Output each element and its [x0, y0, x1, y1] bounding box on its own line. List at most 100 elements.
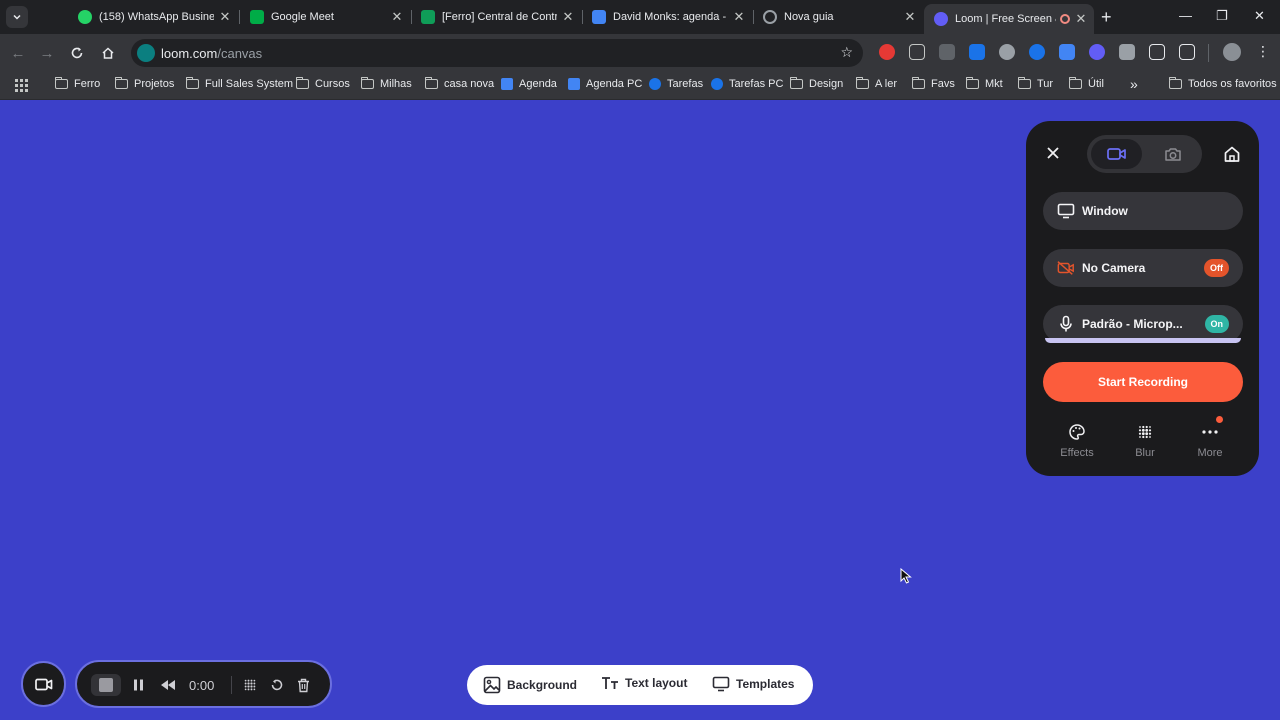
blue-extension-icon[interactable] — [1029, 44, 1045, 60]
more-button[interactable]: More — [1185, 421, 1235, 459]
tab-loom[interactable]: Loom | Free Screen & ✕ — [924, 4, 1094, 34]
profile-avatar[interactable] — [1223, 43, 1241, 61]
all-bookmarks-folder[interactable]: Todos os favoritos — [1169, 77, 1277, 90]
apps-grid-icon[interactable] — [15, 79, 28, 92]
google-sheets-icon — [421, 10, 435, 24]
bookmark-folder[interactable]: Ferro — [55, 77, 100, 90]
bookmark-folder[interactable]: Favs — [912, 77, 955, 90]
bookmark-folder[interactable]: Design — [790, 77, 843, 90]
delete-recording-button[interactable] — [294, 674, 312, 696]
home-button[interactable] — [1223, 145, 1241, 168]
bookmark-folder[interactable]: A ler — [856, 77, 897, 90]
folder-icon — [55, 77, 68, 89]
bookmark-folder[interactable]: Mkt — [966, 77, 1003, 90]
forward-button[interactable]: → — [37, 43, 57, 63]
bookmark-folder[interactable]: Útil — [1069, 77, 1104, 90]
tab-google-meet[interactable]: Google Meet ✕ — [240, 4, 410, 30]
tab-calendar[interactable]: David Monks: agenda - S ✕ — [582, 4, 752, 30]
restart-icon — [271, 679, 283, 691]
notion-extension-icon[interactable] — [1149, 44, 1165, 60]
folder-icon — [186, 77, 199, 89]
close-panel-button[interactable] — [1046, 144, 1060, 164]
back-button[interactable]: ← — [8, 43, 28, 63]
browser-menu-icon[interactable]: ⋮ — [1256, 43, 1270, 60]
camera-extension-icon[interactable] — [1119, 44, 1135, 60]
close-icon — [1047, 147, 1059, 159]
camera-selector[interactable]: No Camera Off — [1043, 249, 1243, 287]
window-close-button[interactable]: ✕ — [1254, 8, 1265, 24]
bookmark-link[interactable]: Agenda PC — [568, 78, 642, 90]
tab-new-tab[interactable]: Nova guia ✕ — [753, 4, 923, 30]
tab-whatsapp[interactable]: (158) WhatsApp Business ✕ — [68, 4, 238, 30]
start-recording-button[interactable]: Start Recording — [1043, 362, 1243, 402]
bookmark-folder[interactable]: Tur — [1018, 77, 1053, 90]
bookmark-star-icon[interactable]: ☆ — [840, 44, 853, 61]
templates-button[interactable]: Templates — [712, 676, 794, 692]
tab-title: [Ferro] Central de Contro — [442, 11, 557, 23]
download-extension-icon[interactable] — [1059, 44, 1075, 60]
effects-button[interactable]: Effects — [1052, 421, 1102, 459]
more-label: More — [1197, 447, 1223, 459]
close-icon[interactable]: ✕ — [218, 9, 232, 25]
microphone-toggle-badge[interactable]: On — [1204, 315, 1229, 333]
background-button[interactable]: Background — [483, 676, 577, 694]
pause-button[interactable] — [129, 674, 147, 696]
restore-button[interactable]: ❐ — [1216, 8, 1228, 24]
blur-dots-icon — [244, 679, 256, 691]
tab-search-button[interactable] — [6, 6, 28, 28]
bookmark-folder[interactable]: casa nova — [425, 77, 494, 90]
stop-button[interactable] — [91, 674, 121, 696]
mouse-pointer-icon — [900, 567, 912, 589]
camera-bubble-button[interactable] — [21, 661, 66, 707]
bookmark-folder[interactable]: Cursos — [296, 77, 350, 90]
bookmark-folder[interactable]: Milhas — [361, 77, 412, 90]
video-camera-icon — [34, 678, 52, 690]
tab-sheets[interactable]: [Ferro] Central de Contro ✕ — [411, 4, 581, 30]
microphone-in-use-icon[interactable] — [137, 44, 155, 62]
adblock-extension-icon[interactable] — [879, 44, 895, 60]
text-layout-button[interactable]: Text layout — [601, 676, 687, 690]
folder-icon — [1018, 77, 1031, 89]
bookmarks-overflow-button[interactable]: » — [1130, 76, 1138, 92]
templates-label: Templates — [736, 677, 795, 691]
bookmark-folder[interactable]: Full Sales System — [186, 77, 293, 90]
eyedropper-extension-icon[interactable] — [909, 44, 925, 60]
loom-extension-icon[interactable] — [1089, 44, 1105, 60]
rewind-button[interactable] — [158, 674, 178, 696]
k-extension-icon[interactable] — [999, 44, 1015, 60]
close-icon[interactable]: ✕ — [732, 9, 746, 25]
notification-dot — [1216, 416, 1223, 423]
screenshot-mode-button[interactable] — [1147, 139, 1198, 169]
bookmark-link[interactable]: Agenda — [501, 78, 557, 90]
tag-extension-icon[interactable] — [969, 44, 985, 60]
code-extension-icon[interactable] — [939, 44, 955, 60]
close-icon[interactable]: ✕ — [1074, 11, 1088, 27]
background-label: Background — [507, 678, 578, 692]
screen-source-selector[interactable]: Window — [1043, 192, 1243, 230]
close-icon[interactable]: ✕ — [903, 9, 917, 25]
microphone-selector[interactable]: Padrão - Microp... On — [1043, 305, 1243, 343]
minimize-button[interactable]: — — [1179, 8, 1192, 23]
recording-indicator-icon — [1060, 14, 1070, 24]
blur-toggle-button[interactable] — [241, 674, 259, 696]
reload-button[interactable] — [67, 43, 87, 63]
address-bar[interactable]: loom.com/canvas ☆ — [131, 39, 863, 67]
blur-button[interactable]: Blur — [1120, 421, 1170, 459]
bookmark-link[interactable]: Tarefas PC — [711, 78, 783, 90]
folder-icon — [1069, 77, 1082, 89]
chevron-down-icon — [13, 14, 21, 20]
home-button[interactable] — [98, 43, 118, 63]
close-icon[interactable]: ✕ — [390, 9, 404, 25]
extensions-puzzle-icon[interactable] — [1179, 44, 1195, 60]
camera-toggle-badge[interactable]: Off — [1204, 259, 1229, 277]
bookmark-link[interactable]: Tarefas — [649, 78, 703, 90]
effects-label: Effects — [1060, 447, 1094, 459]
reload-icon — [71, 47, 83, 59]
video-mode-button[interactable] — [1091, 139, 1142, 169]
close-icon[interactable]: ✕ — [561, 9, 575, 25]
restart-button[interactable] — [268, 674, 286, 696]
palette-icon — [1052, 421, 1102, 443]
new-tab-button[interactable]: + — [1101, 8, 1112, 26]
microphone-level-meter — [1045, 338, 1241, 343]
bookmark-folder[interactable]: Projetos — [115, 77, 174, 90]
